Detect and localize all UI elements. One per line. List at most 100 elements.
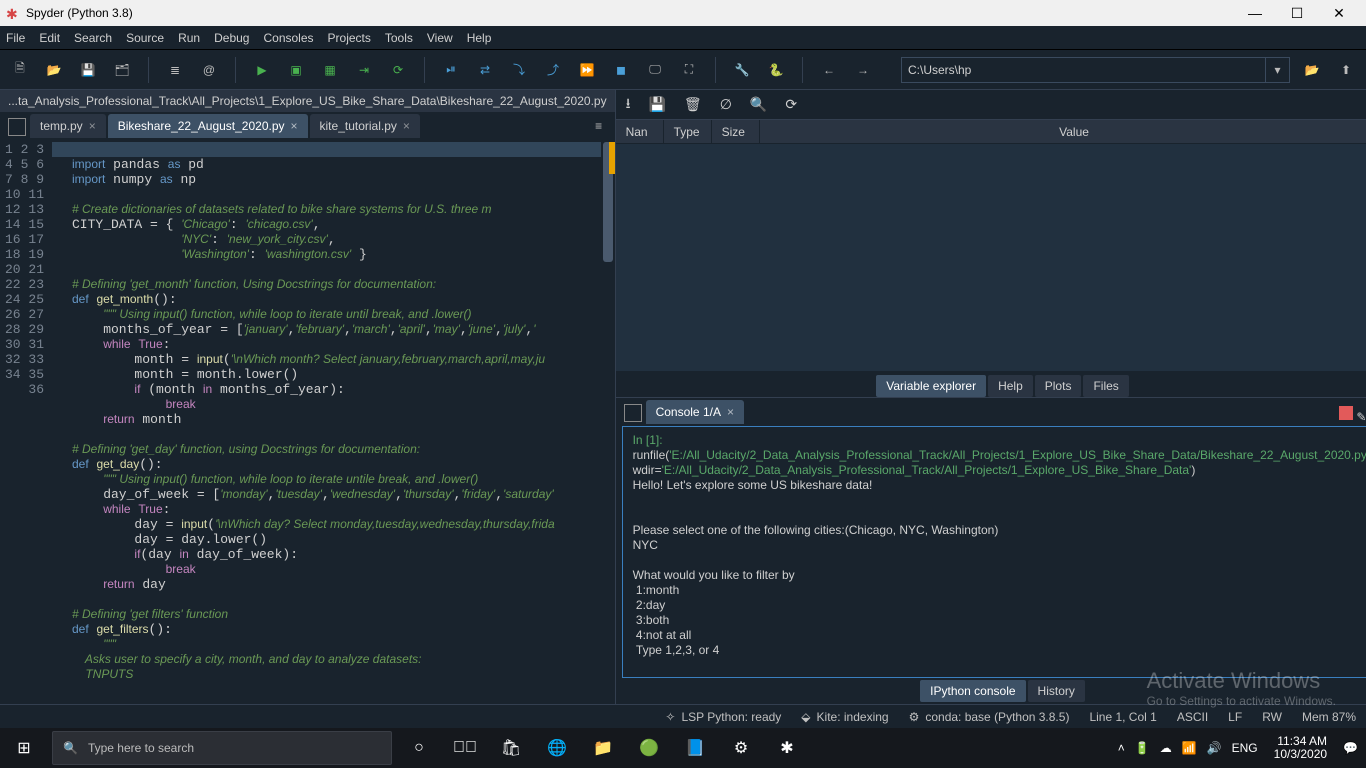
browse-dir-icon[interactable]: 📂 <box>1300 58 1324 82</box>
task-view-icon[interactable]: ⊞⃞ <box>442 728 488 768</box>
maximize-pane-icon[interactable]: ⛶ <box>677 58 701 82</box>
open-file-icon[interactable]: 📂 <box>42 58 66 82</box>
tab-history[interactable]: History <box>1028 680 1085 702</box>
run-selection-icon[interactable]: ⇥ <box>352 58 376 82</box>
settings-icon[interactable]: ⚙ <box>718 728 764 768</box>
refresh-icon[interactable]: ⟳ <box>785 96 797 113</box>
menu-edit[interactable]: Edit <box>39 31 60 45</box>
nav-forward-icon[interactable]: → <box>851 58 875 82</box>
status-lsp[interactable]: ✧ LSP Python: ready <box>665 710 781 724</box>
step-in-icon[interactable]: ⤵ <box>507 58 531 82</box>
menu-source[interactable]: Source <box>126 31 164 45</box>
menu-projects[interactable]: Projects <box>328 31 371 45</box>
tab-browser-icon[interactable] <box>8 118 26 136</box>
parent-dir-icon[interactable]: ⬆ <box>1334 58 1358 82</box>
tab-files[interactable]: Files <box>1083 375 1128 397</box>
volume-icon[interactable]: 🔊 <box>1207 741 1222 755</box>
edge-icon[interactable]: 🌐 <box>534 728 580 768</box>
maximize-button[interactable]: ☐ <box>1276 0 1318 26</box>
remove-var-icon[interactable]: 🗑 <box>684 96 702 113</box>
stop-debug-icon[interactable]: ◼ <box>609 58 633 82</box>
debug-icon[interactable]: ⏯ <box>439 58 463 82</box>
menu-consoles[interactable]: Consoles <box>263 31 313 45</box>
word-icon[interactable]: 📘 <box>672 728 718 768</box>
cwd-dropdown-icon[interactable]: ▾ <box>1266 57 1290 83</box>
clock[interactable]: 11:34 AM 10/3/2020 <box>1268 735 1333 761</box>
taskbar-search[interactable]: 🔍 Type here to search <box>52 731 392 765</box>
nav-back-icon[interactable]: ← <box>817 58 841 82</box>
tab-label: temp.py <box>40 119 83 133</box>
tab-plots[interactable]: Plots <box>1035 375 1082 397</box>
notifications-icon[interactable]: 💬 <box>1343 741 1358 755</box>
ve-body[interactable] <box>616 144 1366 371</box>
close-icon[interactable]: × <box>291 119 298 133</box>
console-browser-icon[interactable] <box>624 404 642 422</box>
chrome-icon[interactable]: 🟢 <box>626 728 672 768</box>
ve-col-type[interactable]: Type <box>664 120 712 143</box>
new-file-icon[interactable]: 🗎 <box>8 58 32 82</box>
status-conda[interactable]: ⚙ conda: base (Python 3.8.5) <box>909 710 1070 724</box>
console-output[interactable]: In [1]: runfile('E:/All_Udacity/2_Data_A… <box>622 426 1366 678</box>
tab-help[interactable]: Help <box>988 375 1033 397</box>
tab-variable-explorer[interactable]: Variable explorer <box>876 375 986 397</box>
preferences-icon[interactable]: 🔧 <box>730 58 754 82</box>
status-eol[interactable]: LF <box>1228 710 1242 724</box>
menu-help[interactable]: Help <box>467 31 492 45</box>
search-var-icon[interactable]: 🔍 <box>750 96 767 113</box>
tab-bikeshare[interactable]: Bikeshare_22_August_2020.py× <box>108 114 308 138</box>
code-content[interactable]: import time import pandas as pd import n… <box>52 138 615 704</box>
rerun-icon[interactable]: ⟳ <box>386 58 410 82</box>
close-icon[interactable]: × <box>403 119 410 133</box>
import-data-icon[interactable]: ⭳ <box>626 93 631 117</box>
clear-console-icon[interactable]: ✎ <box>1356 410 1366 424</box>
menu-debug[interactable]: Debug <box>214 31 249 45</box>
tab-ipython-console[interactable]: IPython console <box>920 680 1025 702</box>
run-cell-icon[interactable]: ▣ <box>284 58 308 82</box>
console-tab[interactable]: Console 1/A× <box>646 400 744 424</box>
new-console-icon[interactable]: 🖵 <box>643 58 667 82</box>
menu-run[interactable]: Run <box>178 31 200 45</box>
save-icon[interactable]: 💾 <box>76 58 100 82</box>
menu-tools[interactable]: Tools <box>385 31 413 45</box>
ms-store-icon[interactable]: 🛍 <box>488 728 534 768</box>
outline-icon[interactable]: ≣ <box>163 58 187 82</box>
tray-chevron-icon[interactable]: ˄ <box>1118 741 1125 755</box>
remove-all-icon[interactable]: ∅ <box>720 96 732 113</box>
save-data-icon[interactable]: 💾 <box>648 96 665 113</box>
run-cell-advance-icon[interactable]: ▦ <box>318 58 342 82</box>
close-icon[interactable]: × <box>89 119 96 133</box>
spyder-taskbar-icon[interactable]: ✱ <box>764 728 810 768</box>
editor-scrollbar[interactable] <box>601 138 615 704</box>
ve-col-value[interactable]: Value <box>760 120 1366 143</box>
minimize-button[interactable]: — <box>1234 0 1276 26</box>
continue-icon[interactable]: ⏩ <box>575 58 599 82</box>
python-path-icon[interactable]: 🐍 <box>764 58 788 82</box>
run-icon[interactable]: ▶ <box>250 58 274 82</box>
language-indicator[interactable]: ENG <box>1232 741 1258 755</box>
ve-col-size[interactable]: Size <box>712 120 760 143</box>
save-all-icon[interactable]: 🗂 <box>110 58 134 82</box>
ve-col-name[interactable]: Nan <box>616 120 664 143</box>
battery-icon[interactable]: 🔋 <box>1135 741 1150 755</box>
start-button[interactable]: ⊞ <box>0 728 48 768</box>
explorer-icon[interactable]: 📁 <box>580 728 626 768</box>
cortana-icon[interactable]: ○ <box>396 728 442 768</box>
step-out-icon[interactable]: ⤴ <box>541 58 565 82</box>
close-button[interactable]: ✕ <box>1318 0 1360 26</box>
stop-console-icon[interactable] <box>1339 406 1353 420</box>
step-icon[interactable]: ⇄ <box>473 58 497 82</box>
cloud-icon[interactable]: ☁ <box>1160 741 1172 755</box>
tab-temp[interactable]: temp.py × <box>30 114 106 138</box>
code-editor[interactable]: 1 2 3 4 5 6 7 8 9 10 11 12 13 14 15 16 1… <box>0 138 615 704</box>
tab-kite[interactable]: kite_tutorial.py× <box>310 114 420 138</box>
close-icon[interactable]: × <box>727 405 734 419</box>
editor-options-icon[interactable]: ≡ <box>587 114 611 138</box>
status-encoding[interactable]: ASCII <box>1177 710 1208 724</box>
working-dir-input[interactable] <box>901 57 1266 83</box>
mention-icon[interactable]: @ <box>197 58 221 82</box>
menu-search[interactable]: Search <box>74 31 112 45</box>
menu-file[interactable]: File <box>6 31 25 45</box>
wifi-icon[interactable]: 📶 <box>1182 741 1197 755</box>
menu-view[interactable]: View <box>427 31 453 45</box>
status-kite[interactable]: ⬙ Kite: indexing <box>801 710 888 724</box>
